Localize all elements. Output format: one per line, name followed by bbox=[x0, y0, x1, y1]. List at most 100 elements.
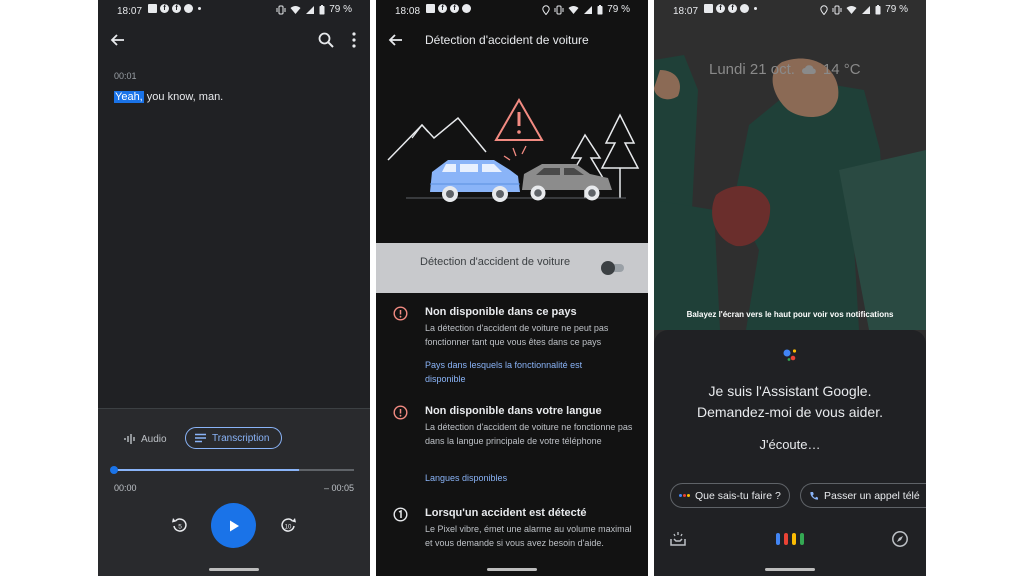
wifi-icon bbox=[290, 5, 301, 14]
crash-detection-toggle-row[interactable]: Détection d'accident de voiture bbox=[376, 243, 648, 293]
play-button[interactable] bbox=[211, 503, 256, 548]
section-body: La détection d'accident de voiture ne pe… bbox=[425, 323, 609, 347]
signal-icon bbox=[862, 5, 871, 14]
facebook-icon: f bbox=[728, 4, 737, 13]
assistant-mini-icon bbox=[679, 494, 690, 497]
status-time: 18:08 bbox=[395, 6, 421, 17]
news-icon bbox=[426, 4, 435, 13]
status-time: 18:07 bbox=[673, 6, 699, 17]
temperature: 14 °C bbox=[822, 61, 861, 78]
signal-icon bbox=[306, 5, 315, 14]
battery-percent: 79 % bbox=[329, 4, 352, 15]
facebook-icon: f bbox=[160, 4, 169, 13]
wifi-icon bbox=[568, 5, 579, 14]
battery-percent: 79 % bbox=[885, 4, 908, 15]
location-icon bbox=[820, 4, 828, 15]
back-arrow-icon[interactable] bbox=[386, 30, 406, 50]
current-time: 00:00 bbox=[114, 483, 137, 493]
facebook-icon: f bbox=[716, 4, 725, 13]
wallpaper-illustration bbox=[654, 0, 926, 330]
phone-icon bbox=[810, 491, 818, 500]
transcript-text[interactable]: Yeah, you know, man. bbox=[114, 91, 223, 103]
more-notifications-icon bbox=[754, 7, 757, 10]
status-bar: 18:08 f f 79 % bbox=[376, 0, 648, 22]
wifi-icon bbox=[846, 5, 857, 14]
car-crash-illustration bbox=[387, 97, 640, 202]
location-icon bbox=[542, 4, 550, 15]
switch-knob[interactable] bbox=[601, 261, 615, 275]
suggestion-chip-make-call[interactable]: Passer un appel télé bbox=[800, 483, 926, 508]
toggle-label: Détection d'accident de voiture bbox=[420, 256, 571, 268]
listening-status: J'écoute… bbox=[759, 437, 821, 452]
transcript-rest[interactable]: you know, man. bbox=[144, 91, 223, 103]
section-title: Lorsqu'un accident est détecté bbox=[425, 507, 587, 519]
facebook-icon: f bbox=[172, 4, 181, 13]
section-body: La détection d'accident de voiture ne fo… bbox=[425, 422, 633, 446]
date-text: Lundi 21 oct. bbox=[709, 61, 795, 78]
greeting-line-1: Je suis l'Assistant Google. bbox=[708, 383, 872, 399]
status-bar: 18:07 f f 79 % bbox=[98, 0, 370, 22]
play-icon bbox=[229, 520, 239, 531]
section-title: Non disponible dans ce pays bbox=[425, 306, 577, 318]
forward-seconds: 10 bbox=[285, 525, 292, 531]
messenger-icon bbox=[740, 4, 749, 13]
languages-link[interactable]: Langues disponibles bbox=[425, 471, 615, 485]
battery-percent: 79 % bbox=[607, 4, 630, 15]
seekbar-thumb[interactable] bbox=[110, 466, 118, 474]
notes-icon bbox=[195, 433, 206, 443]
swipe-hint: Balayez l'écran vers le haut pour voir v… bbox=[686, 310, 894, 319]
car-crash-detection-screen: 18:08 f f 79 % Détection d'accident de v… bbox=[376, 0, 648, 576]
playback-seekbar[interactable] bbox=[114, 469, 354, 471]
search-icon[interactable] bbox=[316, 30, 336, 50]
gesture-bar[interactable] bbox=[487, 568, 537, 571]
voice-bars-icon[interactable] bbox=[776, 533, 804, 545]
vibrate-icon bbox=[832, 5, 842, 14]
vibrate-icon bbox=[276, 5, 286, 14]
google-assistant-logo-icon bbox=[783, 349, 797, 361]
waveform-icon bbox=[124, 434, 135, 444]
countries-link[interactable]: Pays dans lesquels la fonctionnalité est… bbox=[425, 358, 615, 386]
transcript-timestamp: 00:01 bbox=[114, 71, 137, 81]
assistant-greeting: Je suis l'Assistant Google. Demandez-moi… bbox=[654, 381, 926, 423]
suggestion-chip-what-can-you-do[interactable]: Que sais-tu faire ? bbox=[670, 483, 790, 508]
tab-transcription-label: Transcription bbox=[212, 432, 270, 444]
vibrate-icon bbox=[554, 5, 564, 14]
battery-icon bbox=[597, 4, 603, 14]
cloud-icon bbox=[801, 65, 816, 74]
signal-icon bbox=[584, 5, 593, 14]
lockscreen-date: Lundi 21 oct. 14 °C bbox=[709, 61, 861, 78]
page-title: Détection d'accident de voiture bbox=[425, 33, 589, 47]
chip-label: Passer un appel télé bbox=[824, 489, 920, 502]
news-icon bbox=[704, 4, 713, 13]
gesture-bar[interactable] bbox=[209, 568, 259, 571]
seekbar-buffer bbox=[114, 469, 299, 471]
rewind-icon[interactable]: 5 bbox=[170, 515, 190, 535]
more-notifications-icon bbox=[198, 7, 201, 10]
battery-icon bbox=[875, 4, 881, 14]
assistant-lockscreen: 18:07 f f 79 % Lundi 21 oct. 14 °C Balay… bbox=[654, 0, 926, 576]
section-body: Le Pixel vibre, émet une alarme au volum… bbox=[425, 524, 632, 548]
forward-icon[interactable]: 10 bbox=[278, 515, 298, 535]
news-icon bbox=[148, 4, 157, 13]
section-title: Non disponible dans votre langue bbox=[425, 405, 602, 417]
transcript-highlighted-word[interactable]: Yeah, bbox=[114, 91, 144, 103]
messenger-icon bbox=[184, 4, 193, 13]
status-bar: 18:07 f f 79 % bbox=[654, 0, 926, 22]
info-alert-icon bbox=[393, 306, 408, 321]
tab-audio[interactable]: Audio bbox=[124, 430, 167, 448]
greeting-line-2: Demandez-moi de vous aider. bbox=[697, 404, 883, 420]
messenger-icon bbox=[462, 4, 471, 13]
battery-icon bbox=[319, 4, 325, 14]
recorder-screen: 18:07 f f 79 % 00:01 Yeah, you know, man… bbox=[98, 0, 370, 576]
tab-transcription[interactable]: Transcription bbox=[185, 427, 282, 449]
remaining-time: – 00:05 bbox=[323, 483, 354, 493]
more-vert-icon[interactable] bbox=[346, 30, 362, 50]
gesture-bar[interactable] bbox=[765, 568, 815, 571]
status-time: 18:07 bbox=[117, 6, 143, 17]
snapshot-tray-icon[interactable] bbox=[669, 530, 687, 548]
back-arrow-icon[interactable] bbox=[108, 30, 128, 50]
explore-compass-icon[interactable] bbox=[891, 530, 909, 548]
facebook-icon: f bbox=[438, 4, 447, 13]
step-one-icon bbox=[393, 507, 408, 522]
rewind-seconds: 5 bbox=[178, 524, 182, 531]
